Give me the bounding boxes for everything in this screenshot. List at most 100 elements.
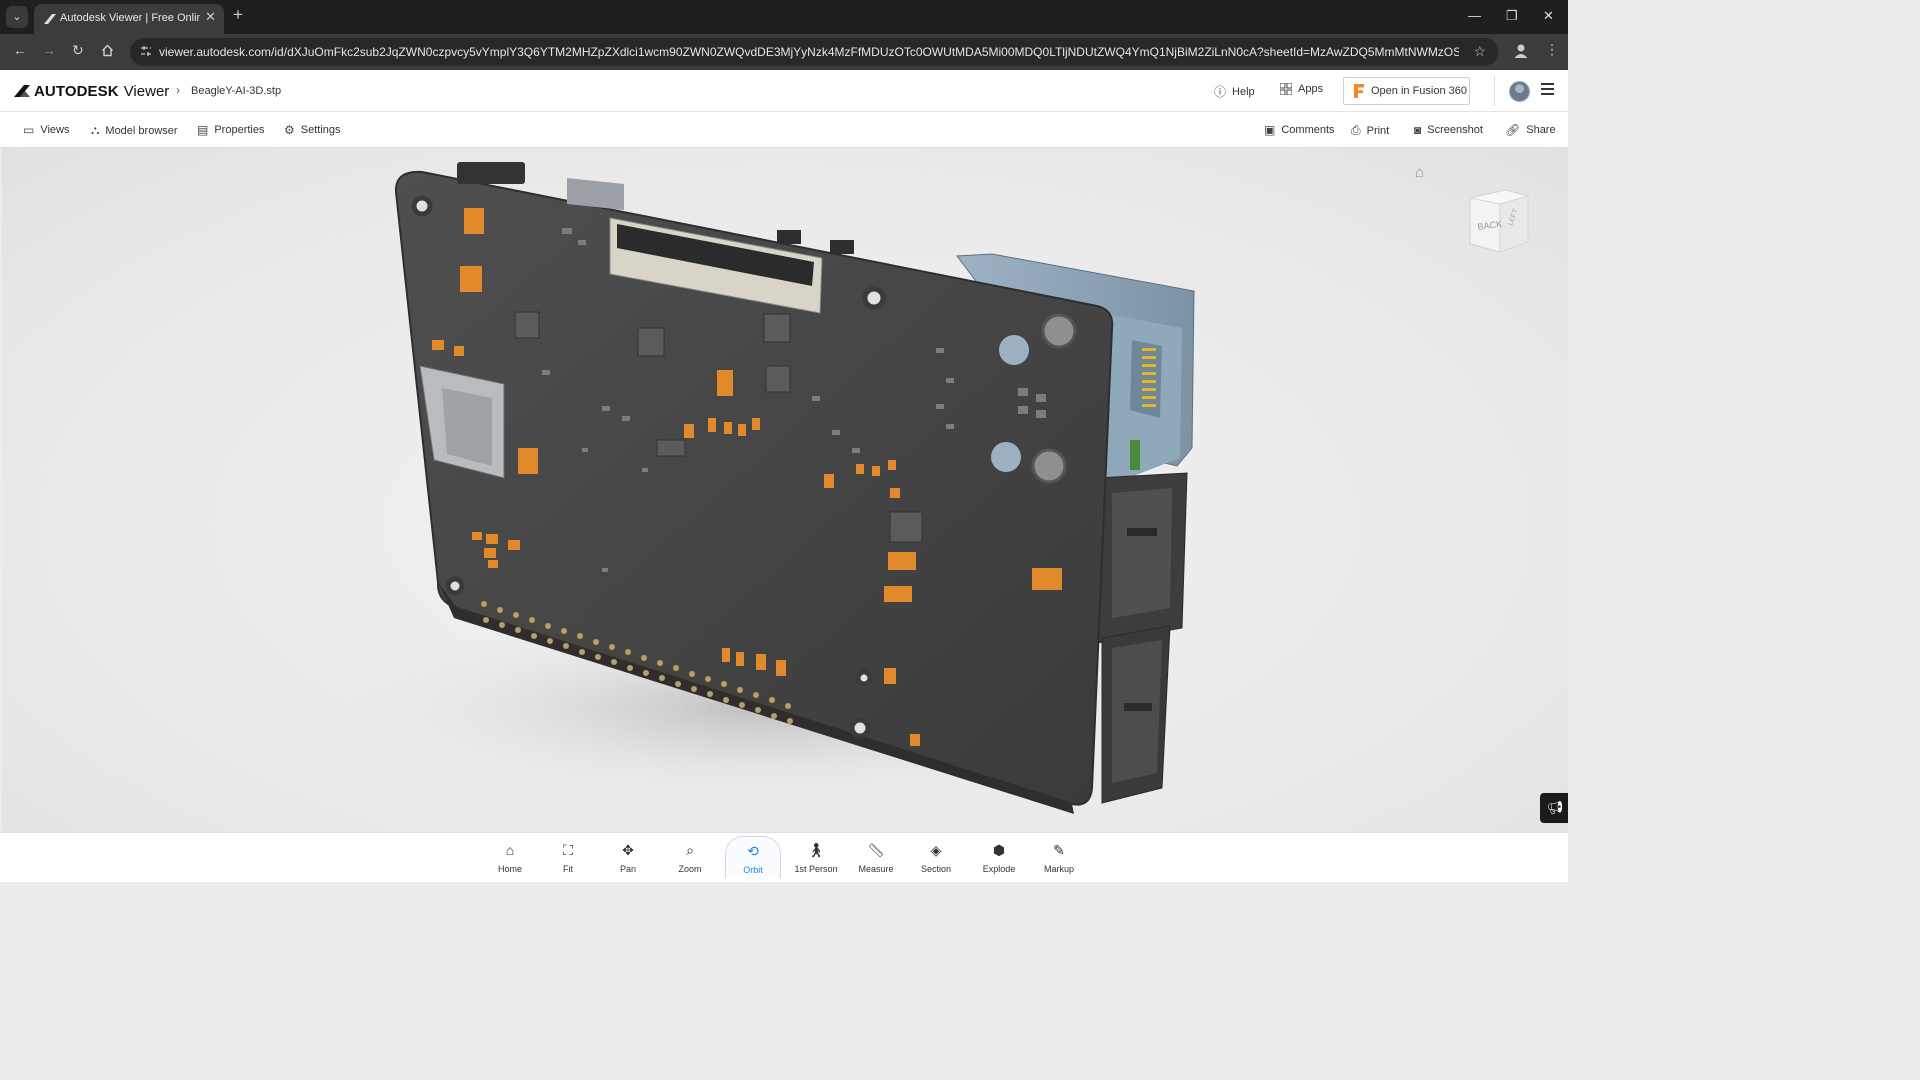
explode-button[interactable]: ⬢ Explode [971, 836, 1027, 878]
pan-label: Pan [619, 864, 636, 874]
fit-label: Fit [563, 864, 573, 874]
brand-name: AUTODESK [34, 82, 119, 100]
comments-button[interactable]: ▣ Comments [1264, 123, 1335, 137]
print-label: Print [1366, 124, 1390, 137]
fusion-label: Open in Fusion 360 [1371, 85, 1468, 97]
zoom-label: Zoom [678, 864, 702, 874]
explode-label: Explode [982, 864, 1016, 874]
tab-title: Autodesk Viewer | Free Online File Viewe… [60, 12, 200, 24]
orbit-button[interactable]: ⟲ Orbit [725, 836, 781, 878]
new-tab-icon[interactable]: + [233, 5, 243, 25]
share-button[interactable]: 🔗︎ Share [1505, 123, 1556, 137]
help-icon: ⓘ [1214, 85, 1227, 99]
home-icon: ⌂ [505, 842, 515, 858]
model-browser-button[interactable]: ⛬ Model browser [91, 123, 178, 138]
browser-tab[interactable]: Autodesk Viewer | Free Online File Viewe… [34, 4, 224, 34]
section-icon: ◈ [930, 842, 942, 858]
feedback-megaphone-icon[interactable]: 📢︎ [1540, 793, 1568, 823]
model-browser-icon: ⛬ [91, 123, 100, 137]
markup-button[interactable]: ✎ Markup [1031, 836, 1087, 878]
first-person-button[interactable]: 🚶︎ 1st Person [788, 836, 844, 878]
back-arrow-icon[interactable]: ← [13, 42, 27, 58]
views-button[interactable]: ▭ Views [23, 123, 70, 137]
properties-label: Properties [214, 124, 265, 136]
home-label: Home [497, 864, 522, 874]
measure-icon: 📏︎ [867, 842, 885, 858]
hamburger-menu-icon[interactable] [1541, 83, 1554, 95]
site-info-icon[interactable] [140, 45, 152, 57]
properties-button[interactable]: ▤ Properties [197, 123, 264, 137]
apps-grid-icon [1280, 83, 1292, 95]
comment-icon: ▣ [1264, 123, 1276, 137]
browser-menu-icon[interactable]: ⋮ [1545, 41, 1559, 58]
views-label: Views [40, 124, 70, 136]
markup-icon: ✎ [1053, 842, 1065, 858]
pan-button[interactable]: ✥ Pan [600, 836, 656, 878]
zoom-icon: ⌕ [686, 842, 694, 858]
print-button[interactable]: ⎙ Print [1351, 123, 1389, 138]
measure-label: Measure [858, 864, 894, 874]
settings-label: Settings [300, 124, 341, 136]
section-label: Section [920, 864, 952, 874]
views-icon: ▭ [23, 123, 35, 137]
screenshot-button[interactable]: ◙ Screenshot [1414, 123, 1483, 137]
first-person-label: 1st Person [794, 864, 838, 874]
help-button[interactable]: ⓘ Help [1214, 83, 1255, 100]
3d-viewport[interactable]: ⌂ BACK LEFT 📢︎ [2, 148, 1568, 832]
bookmark-star-icon[interactable]: ☆ [1473, 43, 1486, 60]
autodesk-favicon-icon [44, 14, 56, 24]
explode-icon: ⬢ [992, 842, 1006, 858]
zoom-button[interactable]: ⌕ Zoom [662, 836, 718, 878]
viewcube[interactable]: BACK LEFT [1462, 186, 1532, 258]
link-icon: 🔗︎ [1505, 123, 1521, 137]
minimize-icon[interactable]: — [1468, 8, 1481, 23]
section-button[interactable]: ◈ Section [908, 836, 964, 878]
autodesk-logo[interactable]: AUTODESK Viewer [14, 82, 169, 100]
close-tab-icon[interactable]: ✕ [205, 9, 216, 25]
header-divider [1494, 76, 1495, 106]
home-icon[interactable] [101, 44, 114, 57]
gear-icon: ⚙ [284, 123, 295, 137]
reload-icon[interactable]: ↻ [72, 42, 84, 59]
orbit-label: Orbit [743, 865, 763, 875]
viewer-header: AUTODESK Viewer › BeagleY-AI-3D.stp ⓘ He… [0, 70, 1568, 112]
share-label: Share [1526, 124, 1556, 136]
chevron-right-icon: › [176, 83, 180, 97]
fit-icon: ⛶ [563, 842, 573, 858]
settings-button[interactable]: ⚙ Settings [284, 123, 341, 137]
properties-icon: ▤ [197, 123, 209, 137]
close-window-icon[interactable]: ✕ [1543, 8, 1554, 24]
browser-navbar: ← → ↻ viewer.autodesk.com/id/dXJuOmFkc2s… [0, 34, 1568, 70]
screenshot-label: Screenshot [1427, 124, 1483, 136]
help-label: Help [1232, 85, 1255, 98]
viewer-toolbar: ▭ Views ⛬ Model browser ▤ Properties ⚙ S… [0, 112, 1568, 148]
pan-icon: ✥ [622, 842, 634, 858]
home-view-button[interactable]: ⌂ Home [482, 836, 538, 878]
address-bar[interactable]: viewer.autodesk.com/id/dXJuOmFkc2sub2JqZ… [130, 38, 1498, 66]
viewcube-home-icon[interactable]: ⌂ [1415, 164, 1424, 181]
open-in-fusion-button[interactable]: Open in Fusion 360 [1343, 77, 1470, 105]
restore-icon[interactable]: ❐ [1506, 8, 1518, 24]
pcb-3d-model[interactable] [2, 148, 1568, 832]
model-browser-label: Model browser [105, 124, 178, 137]
avatar[interactable] [1509, 81, 1530, 102]
profile-icon[interactable] [1512, 42, 1530, 60]
fit-button[interactable]: ⛶ Fit [540, 836, 596, 878]
apps-button[interactable]: Apps [1280, 83, 1323, 95]
tab-search-icon[interactable]: ⌄ [6, 6, 28, 28]
first-person-icon: 🚶︎ [807, 842, 825, 858]
orbit-icon: ⟲ [747, 843, 759, 859]
url-text: viewer.autodesk.com/id/dXJuOmFkc2sub2JqZ… [159, 45, 1459, 59]
camera-icon: ◙ [1414, 123, 1422, 137]
comments-label: Comments [1281, 124, 1335, 136]
measure-button[interactable]: 📏︎ Measure [848, 836, 904, 878]
forward-arrow-icon[interactable]: → [42, 42, 56, 58]
navigation-toolbar: ⌂ Home ⛶ Fit ✥ Pan ⌕ Zoom ⟲ Orbit 🚶︎ 1st… [0, 832, 1568, 882]
file-name: BeagleY-AI-3D.stp [191, 85, 282, 97]
usb-ports [1096, 472, 1188, 804]
browser-titlebar: ⌄ Autodesk Viewer | Free Online File Vie… [0, 0, 1568, 34]
print-icon: ⎙ [1351, 123, 1361, 137]
autodesk-mark-icon [14, 85, 30, 97]
apps-label: Apps [1298, 83, 1324, 95]
brand-product: Viewer [123, 82, 170, 100]
